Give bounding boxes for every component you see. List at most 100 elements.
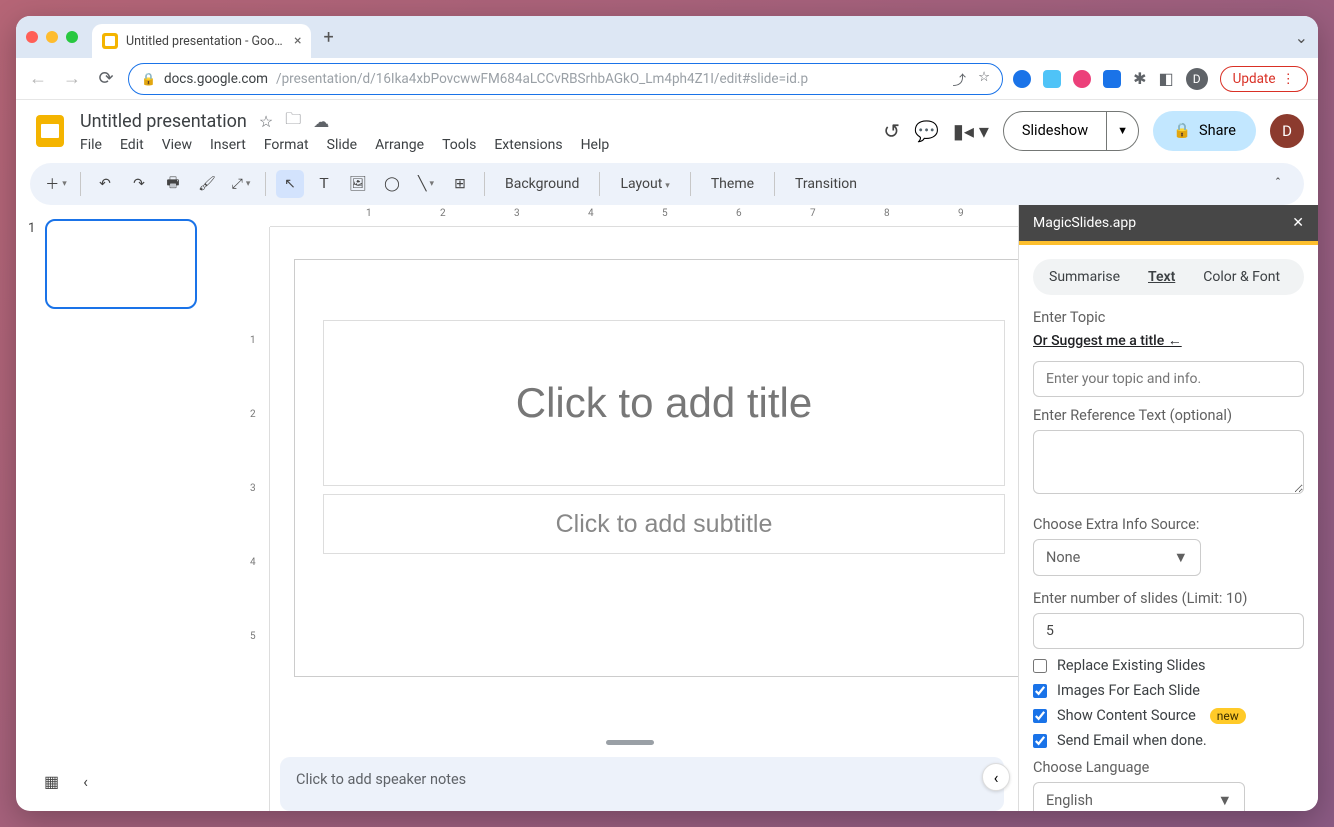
tab-text[interactable]: Text xyxy=(1136,263,1187,291)
extension-icon[interactable] xyxy=(1073,70,1091,88)
collapse-toolbar-icon[interactable]: ˆ xyxy=(1264,170,1292,198)
extension-icon[interactable] xyxy=(1043,70,1061,88)
line-tool[interactable]: ╲ xyxy=(412,170,440,198)
chevron-down-icon: ▼ xyxy=(1218,792,1232,809)
tab-title: Untitled presentation - Google xyxy=(126,34,286,49)
comment-tool[interactable]: ⊞ xyxy=(446,170,474,198)
language-select[interactable]: English ▼ xyxy=(1033,782,1245,811)
background-button[interactable]: Background xyxy=(495,176,589,192)
bookmark-icon[interactable]: ☆ xyxy=(978,69,990,89)
menu-file[interactable]: File xyxy=(80,137,102,153)
title-placeholder[interactable]: Click to add title xyxy=(323,320,1005,486)
url-path: /presentation/d/16Ika4xbPovcwwFM684aLCCv… xyxy=(276,71,808,87)
textbox-tool[interactable]: 𝖳 xyxy=(310,170,338,198)
menu-bar: File Edit View Insert Format Slide Arran… xyxy=(80,137,609,153)
topic-input[interactable] xyxy=(1033,361,1304,397)
sidepanel-header: MagicSlides.app ✕ xyxy=(1019,205,1318,241)
redo-button[interactable]: ↷ xyxy=(125,170,153,198)
speaker-notes[interactable]: Click to add speaker notes xyxy=(280,757,1004,811)
tab-close-icon[interactable]: × xyxy=(294,33,301,49)
collapse-filmstrip-icon[interactable]: ‹ xyxy=(83,772,88,791)
new-tab-button[interactable]: + xyxy=(323,27,333,48)
tab-color-font[interactable]: Color & Font xyxy=(1191,263,1292,291)
cloud-status-icon[interactable]: ☁ xyxy=(313,112,329,131)
menu-help[interactable]: Help xyxy=(581,137,610,153)
menu-edit[interactable]: Edit xyxy=(120,137,144,153)
sidepanel-chrome-icon[interactable]: ◧ xyxy=(1159,69,1174,88)
grid-view-icon[interactable]: ▦ xyxy=(44,772,59,791)
slide-canvas-area: 1 2 3 4 5 6 7 8 9 1 2 3 4 5 Click to add… xyxy=(242,205,1018,811)
extension-icon[interactable] xyxy=(1013,70,1031,88)
paint-format-button[interactable]: 🖌 xyxy=(193,170,221,198)
slideshow-button[interactable]: Slideshow xyxy=(1004,122,1106,139)
subtitle-placeholder[interactable]: Click to add subtitle xyxy=(323,494,1005,554)
bottom-left-controls: ▦ ‹ xyxy=(44,772,88,791)
tab-summarise[interactable]: Summarise xyxy=(1037,263,1132,291)
minimize-window-icon[interactable] xyxy=(46,31,58,43)
browser-toolbar: ← → ⟳ 🔒 docs.google.com/presentation/d/1… xyxy=(16,58,1318,100)
notes-resize-handle[interactable] xyxy=(606,740,654,745)
back-button[interactable]: ← xyxy=(26,68,50,89)
forward-button[interactable]: → xyxy=(60,68,84,89)
email-checkbox[interactable] xyxy=(1033,734,1047,748)
theme-button[interactable]: Theme xyxy=(701,176,764,192)
select-tool[interactable]: ↖ xyxy=(276,170,304,198)
extension-icon[interactable] xyxy=(1103,70,1121,88)
install-app-icon[interactable]: ⤴ xyxy=(952,69,966,89)
image-tool[interactable]: 🖼 xyxy=(344,170,372,198)
vertical-ruler: 1 2 3 4 5 xyxy=(242,227,270,811)
app-header: Untitled presentation ☆ 🗀 ☁ File Edit Vi… xyxy=(16,100,1318,153)
reference-textarea[interactable] xyxy=(1033,430,1304,494)
menu-insert[interactable]: Insert xyxy=(210,137,246,153)
transition-button[interactable]: Transition xyxy=(785,176,867,192)
chrome-profile-avatar[interactable]: D xyxy=(1186,68,1208,90)
slides-logo-icon[interactable] xyxy=(30,111,70,151)
slide-thumbnail[interactable] xyxy=(45,219,197,309)
menu-arrange[interactable]: Arrange xyxy=(375,137,424,153)
reference-label: Enter Reference Text (optional) xyxy=(1033,407,1304,424)
email-label: Send Email when done. xyxy=(1057,732,1207,749)
meet-icon[interactable]: ▮◂ ▾ xyxy=(953,119,989,143)
move-icon[interactable]: 🗀 xyxy=(285,108,301,135)
comments-icon[interactable]: 💬 xyxy=(914,119,939,143)
doc-title[interactable]: Untitled presentation xyxy=(80,111,247,132)
content-source-checkbox[interactable] xyxy=(1033,709,1047,723)
menu-tools[interactable]: Tools xyxy=(442,137,476,153)
layout-button[interactable]: Layout xyxy=(610,176,679,192)
shape-tool[interactable]: ◯ xyxy=(378,170,406,198)
menu-view[interactable]: View xyxy=(162,137,192,153)
menu-format[interactable]: Format xyxy=(264,137,309,153)
history-icon[interactable]: ↺ xyxy=(883,119,900,143)
close-window-icon[interactable] xyxy=(26,31,38,43)
zoom-window-icon[interactable] xyxy=(66,31,78,43)
suggest-title-link[interactable]: Or Suggest me a title ← xyxy=(1033,332,1304,349)
print-button[interactable]: 🖶 xyxy=(159,170,187,198)
new-slide-button[interactable]: ＋ xyxy=(42,170,70,198)
slides-favicon-icon xyxy=(102,33,118,49)
enter-topic-label: Enter Topic xyxy=(1033,309,1304,326)
images-checkbox[interactable] xyxy=(1033,684,1047,698)
extensions-menu-icon[interactable]: ✱ xyxy=(1133,69,1146,88)
explore-button[interactable]: ‹ xyxy=(982,763,1010,791)
star-icon[interactable]: ☆ xyxy=(259,112,273,131)
tabs-dropdown-icon[interactable]: ⌄ xyxy=(1295,28,1308,47)
share-button[interactable]: 🔒 Share xyxy=(1153,111,1256,151)
browser-tab-strip: Untitled presentation - Google × + ⌄ xyxy=(16,16,1318,58)
content-source-label: Show Content Source xyxy=(1057,707,1196,724)
extra-info-select[interactable]: None ▼ xyxy=(1033,539,1201,576)
close-sidepanel-icon[interactable]: ✕ xyxy=(1292,215,1304,231)
undo-button[interactable]: ↶ xyxy=(91,170,119,198)
address-bar[interactable]: 🔒 docs.google.com/presentation/d/16Ika4x… xyxy=(128,63,1003,95)
zoom-button[interactable]: ⤢ xyxy=(227,170,255,198)
slideshow-dropdown[interactable]: ▼ xyxy=(1106,112,1138,150)
slide-stage[interactable]: Click to add title Click to add subtitle xyxy=(294,259,1018,677)
sidepanel-title: MagicSlides.app xyxy=(1033,215,1136,231)
reload-button[interactable]: ⟳ xyxy=(94,68,118,89)
replace-slides-checkbox[interactable] xyxy=(1033,659,1047,673)
update-chrome-button[interactable]: Update ⋮ xyxy=(1220,66,1308,92)
num-slides-input[interactable] xyxy=(1033,613,1304,649)
browser-tab[interactable]: Untitled presentation - Google × xyxy=(92,24,311,58)
menu-extensions[interactable]: Extensions xyxy=(494,137,562,153)
menu-slide[interactable]: Slide xyxy=(327,137,357,153)
account-avatar[interactable]: D xyxy=(1270,114,1304,148)
